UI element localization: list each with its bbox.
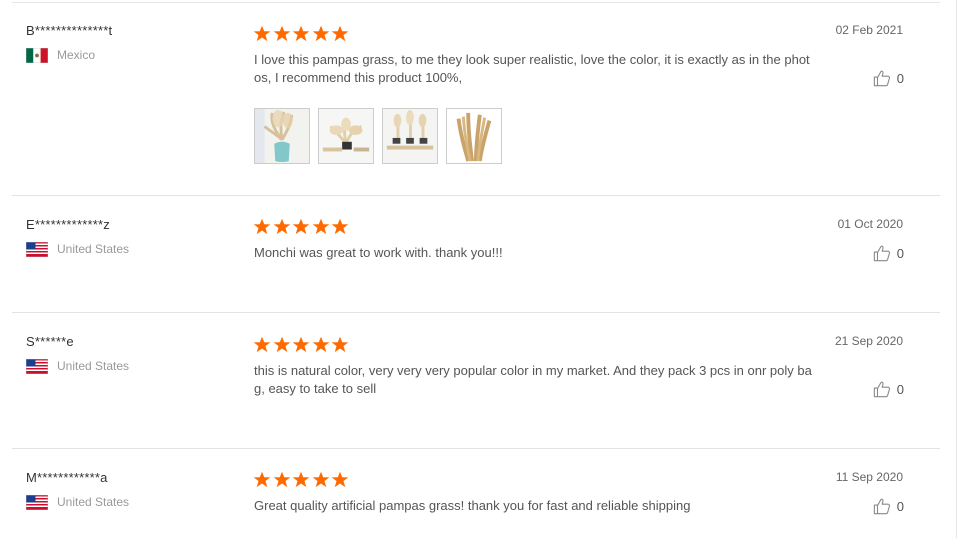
us-flag-icon (26, 359, 48, 374)
review-photos (254, 108, 510, 164)
reviewer-country: United States (26, 494, 129, 510)
helpful-count: 0 (896, 381, 904, 397)
pampas-trio-photo-icon (383, 109, 437, 163)
star-icon (312, 25, 330, 42)
review-photo[interactable] (318, 108, 374, 164)
us-flag-icon (26, 242, 48, 257)
review-date: 02 Feb 2021 (835, 23, 903, 37)
review-text: this is natural color, very very very po… (254, 363, 812, 396)
star-rating (253, 471, 351, 489)
star-icon (253, 218, 271, 235)
star-rating (253, 336, 351, 354)
review-item: S******e United States this is natural c… (12, 313, 940, 449)
reviews-page: B**************t Mexico I love this pamp… (0, 0, 958, 538)
star-icon (292, 25, 310, 42)
star-icon (273, 336, 291, 353)
helpful-count: 0 (896, 245, 904, 261)
right-divider (956, 0, 957, 538)
thumbs-up-icon (873, 380, 891, 398)
reviewer-name: E*************z (26, 217, 110, 232)
review-text: I love this pampas grass, to me they loo… (254, 52, 810, 85)
reviewer-name: B**************t (26, 23, 113, 38)
country-name: United States (57, 495, 130, 509)
star-rating (253, 25, 351, 43)
review-date: 01 Oct 2020 (837, 217, 903, 231)
review-item: B**************t Mexico I love this pamp… (12, 3, 940, 196)
us-flag-icon (26, 495, 48, 510)
star-icon (273, 218, 291, 235)
star-icon (292, 471, 310, 488)
star-icon (312, 336, 330, 353)
star-icon (292, 336, 310, 353)
star-icon (253, 471, 271, 488)
pampas-bundle-photo-icon (447, 109, 501, 163)
star-icon (331, 471, 349, 488)
thumbs-up-icon (873, 244, 891, 262)
helpful-button[interactable]: 0 (873, 69, 904, 87)
review-photo[interactable] (254, 108, 310, 164)
thumbs-up-icon (873, 69, 891, 87)
country-name: Mexico (57, 48, 96, 62)
thumbs-up-icon (873, 497, 891, 515)
star-icon (253, 25, 271, 42)
reviewer-country: United States (26, 358, 129, 374)
reviewer-country: Mexico (26, 47, 95, 63)
pampas-bowl-photo-icon (319, 109, 373, 163)
reviewer-name: S******e (26, 334, 74, 349)
review-photo[interactable] (382, 108, 438, 164)
review-text: Monchi was great to work with. thank you… (254, 245, 503, 260)
helpful-count: 0 (896, 498, 904, 514)
reviewer-name: M************a (26, 470, 108, 485)
review-item: E*************z United States Monchi was… (12, 196, 940, 313)
mexico-flag-icon (26, 48, 48, 63)
helpful-button[interactable]: 0 (873, 380, 904, 398)
star-icon (331, 25, 349, 42)
helpful-button[interactable]: 0 (873, 244, 904, 262)
star-icon (273, 25, 291, 42)
star-rating (253, 218, 351, 236)
pampas-vase-photo-icon (255, 109, 309, 163)
helpful-count: 0 (896, 70, 904, 86)
star-icon (331, 336, 349, 353)
star-icon (312, 471, 330, 488)
review-item: M************a United States Great quali… (12, 449, 940, 538)
star-icon (312, 218, 330, 235)
helpful-button[interactable]: 0 (873, 497, 904, 515)
star-icon (273, 471, 291, 488)
country-name: United States (57, 359, 130, 373)
review-date: 21 Sep 2020 (834, 334, 903, 348)
star-icon (331, 218, 349, 235)
review-date: 11 Sep 2020 (835, 470, 903, 484)
review-text: Great quality artificial pampas grass! t… (254, 498, 691, 513)
country-name: United States (57, 242, 130, 256)
star-icon (292, 218, 310, 235)
review-photo[interactable] (446, 108, 502, 164)
reviewer-country: United States (26, 241, 129, 257)
star-icon (253, 336, 271, 353)
